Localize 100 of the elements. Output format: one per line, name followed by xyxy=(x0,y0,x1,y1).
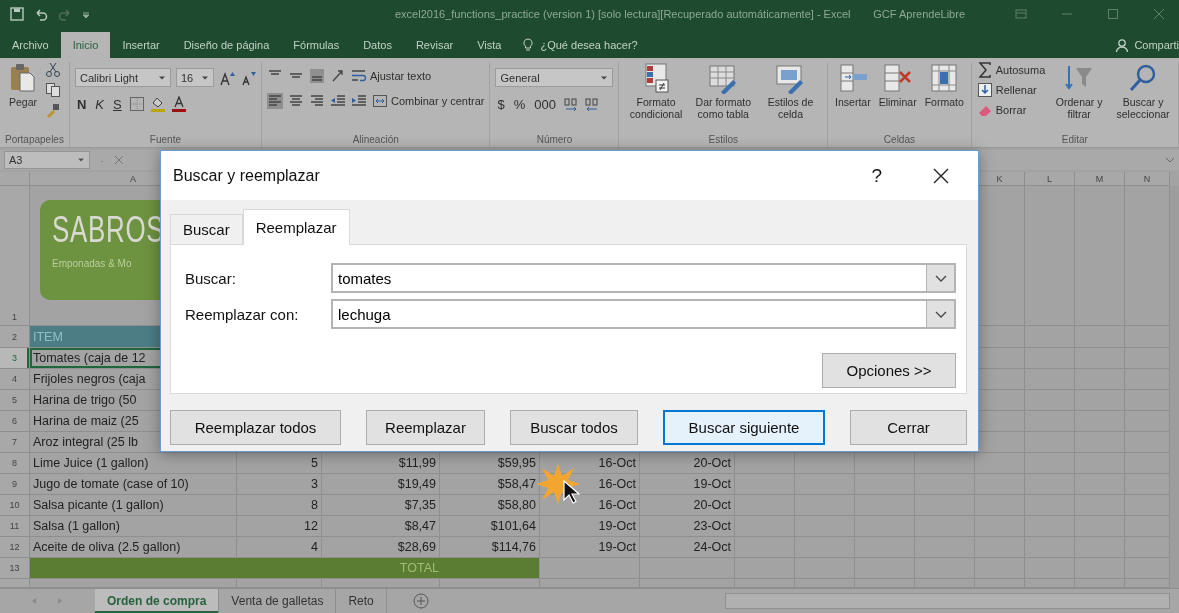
row-number[interactable]: 5 xyxy=(0,390,30,411)
dropdown-field[interactable]: 16 xyxy=(175,68,214,87)
italic-button[interactable]: K xyxy=(93,96,106,112)
increase-indent-icon[interactable] xyxy=(350,93,367,109)
menu-tab[interactable]: Revisar xyxy=(403,32,466,58)
dialog-tab[interactable]: Reemplazar xyxy=(242,209,350,245)
ribbon-button[interactable]: Estilos de celda xyxy=(758,62,823,120)
paintbrush-icon[interactable] xyxy=(45,102,61,118)
vertical-scrollbar[interactable] xyxy=(1170,186,1179,588)
font-shrink-icon[interactable] xyxy=(239,69,256,86)
group-label: Portapapeles xyxy=(5,133,64,147)
add-sheet-icon[interactable] xyxy=(412,593,429,609)
row-number[interactable]: 13 xyxy=(0,558,30,579)
row-number[interactable]: 1 xyxy=(0,186,30,326)
ribbon-display-icon[interactable] xyxy=(1015,8,1027,20)
menu-tab[interactable]: Vista xyxy=(465,32,514,58)
sheet-tab[interactable]: Orden de compra xyxy=(95,589,220,613)
dropdown-field[interactable]: General xyxy=(495,68,614,87)
close-icon[interactable] xyxy=(932,166,950,185)
fill-bucket-icon[interactable] xyxy=(149,96,166,112)
number-format-button[interactable]: $ xyxy=(495,96,507,112)
menu-tab[interactable]: Insertar xyxy=(110,32,172,58)
align-center-icon[interactable] xyxy=(287,93,304,109)
copy-icon[interactable] xyxy=(45,82,61,98)
row-number[interactable]: 3 xyxy=(0,348,30,369)
table-cell[interactable]: Tomates (caja de 12 xyxy=(30,348,237,369)
column-header[interactable]: N xyxy=(1125,172,1170,186)
ribbon-button[interactable]: Combinar y centrar xyxy=(371,93,485,109)
ribbon-button[interactable]: Pegar xyxy=(5,62,41,108)
row-number[interactable]: 2 xyxy=(0,326,30,348)
align-bottom-icon[interactable] xyxy=(308,68,325,84)
row-number[interactable]: 7 xyxy=(0,432,30,453)
name-box[interactable]: A3 xyxy=(4,151,90,169)
ribbon-button[interactable]: Autosuma xyxy=(976,62,1046,78)
ribbon-button[interactable]: Ajustar texto xyxy=(350,68,432,84)
underline-button[interactable]: S xyxy=(111,96,124,112)
row-number[interactable]: 10 xyxy=(0,495,30,516)
horizontal-scrollbar[interactable] xyxy=(725,593,1170,609)
ribbon-button[interactable]: Buscar y seleccionar xyxy=(1113,62,1173,120)
decrease-indent-icon[interactable] xyxy=(329,93,346,109)
menu-tab[interactable]: Datos xyxy=(351,32,404,58)
dialog-button[interactable]: Cerrar xyxy=(850,410,967,445)
dialog-tab[interactable]: Buscar xyxy=(170,214,243,244)
ribbon-button[interactable]: Formato xyxy=(922,62,966,108)
decimal-increase-icon[interactable] xyxy=(563,96,579,112)
ribbon-button[interactable]: Rellenar xyxy=(976,82,1037,98)
menu-tab[interactable]: Archivo xyxy=(0,32,61,58)
group-label: Estilos xyxy=(707,133,739,147)
decimal-decrease-icon[interactable] xyxy=(584,96,600,112)
caret-down-icon xyxy=(77,156,85,164)
sheet-tab[interactable]: Venta de galletas xyxy=(219,589,337,613)
table-cell: 24-Oct xyxy=(640,537,735,558)
align-right-icon[interactable] xyxy=(308,93,325,109)
ribbon-button[interactable]: Borrar xyxy=(976,102,1027,118)
row-number[interactable]: 12 xyxy=(0,537,30,558)
dialog-button[interactable]: Buscar todos xyxy=(510,410,638,445)
options-button[interactable]: Opciones >> xyxy=(822,353,956,388)
ribbon-button[interactable]: Eliminar xyxy=(876,62,919,108)
save-icon[interactable] xyxy=(10,7,24,21)
row-number[interactable]: 6 xyxy=(0,411,30,432)
tell-me-search[interactable]: ¿Qué desea hacer? xyxy=(540,39,638,51)
column-header[interactable]: M xyxy=(1075,172,1125,186)
maximize-icon[interactable] xyxy=(1107,8,1119,20)
row-number[interactable]: 9 xyxy=(0,474,30,495)
lightbulb-icon[interactable] xyxy=(521,38,536,52)
table-cell: $8,47 xyxy=(322,516,440,537)
share-button[interactable]: Comparti xyxy=(1134,39,1179,51)
menu-tab[interactable]: Diseño de página xyxy=(171,32,282,58)
number-format-button[interactable]: % xyxy=(511,96,528,112)
ribbon-button[interactable]: Dar formato como tabla xyxy=(691,62,755,120)
text-field[interactable]: lechuga xyxy=(331,299,926,329)
column-header[interactable]: L xyxy=(1025,172,1075,186)
expand-icon[interactable] xyxy=(1165,155,1175,165)
row-number[interactable]: 11 xyxy=(0,516,30,537)
dropdown-field[interactable]: Calibri Light xyxy=(74,68,171,87)
customize-toolbar-icon[interactable] xyxy=(82,10,90,18)
align-left-icon[interactable] xyxy=(266,93,283,109)
ribbon-button[interactable]: Formato condicional xyxy=(624,62,688,120)
undo-icon[interactable] xyxy=(34,7,48,21)
dialog-button[interactable]: Buscar siguiente xyxy=(663,410,825,445)
redo-icon[interactable] xyxy=(58,7,72,21)
cancel-icon[interactable] xyxy=(114,155,124,165)
menu-tab[interactable]: Fórmulas xyxy=(281,32,352,58)
scissors-icon[interactable] xyxy=(45,62,61,78)
delete-cells-icon xyxy=(881,62,914,94)
bold-button[interactable]: N xyxy=(74,96,89,112)
number-format-button[interactable]: 000 xyxy=(532,96,558,112)
row-number[interactable]: 8 xyxy=(0,453,30,474)
row-number[interactable]: 4 xyxy=(0,369,30,390)
ribbon-button[interactable]: Ordenar y filtrar xyxy=(1049,62,1110,120)
borders-icon[interactable] xyxy=(128,96,145,112)
dialog-button[interactable]: Reemplazar todos xyxy=(170,410,341,445)
font-color-icon[interactable] xyxy=(170,96,187,112)
menu-tab[interactable]: Inicio xyxy=(60,32,111,58)
dialog-button[interactable]: Reemplazar xyxy=(366,410,485,445)
font-grow-icon[interactable] xyxy=(218,69,235,86)
text-field[interactable]: tomates xyxy=(331,263,926,293)
help-button[interactable]: ? xyxy=(871,164,882,187)
sheet-tab[interactable]: Reto xyxy=(336,589,387,613)
ribbon-button[interactable]: Insertar xyxy=(833,62,873,108)
